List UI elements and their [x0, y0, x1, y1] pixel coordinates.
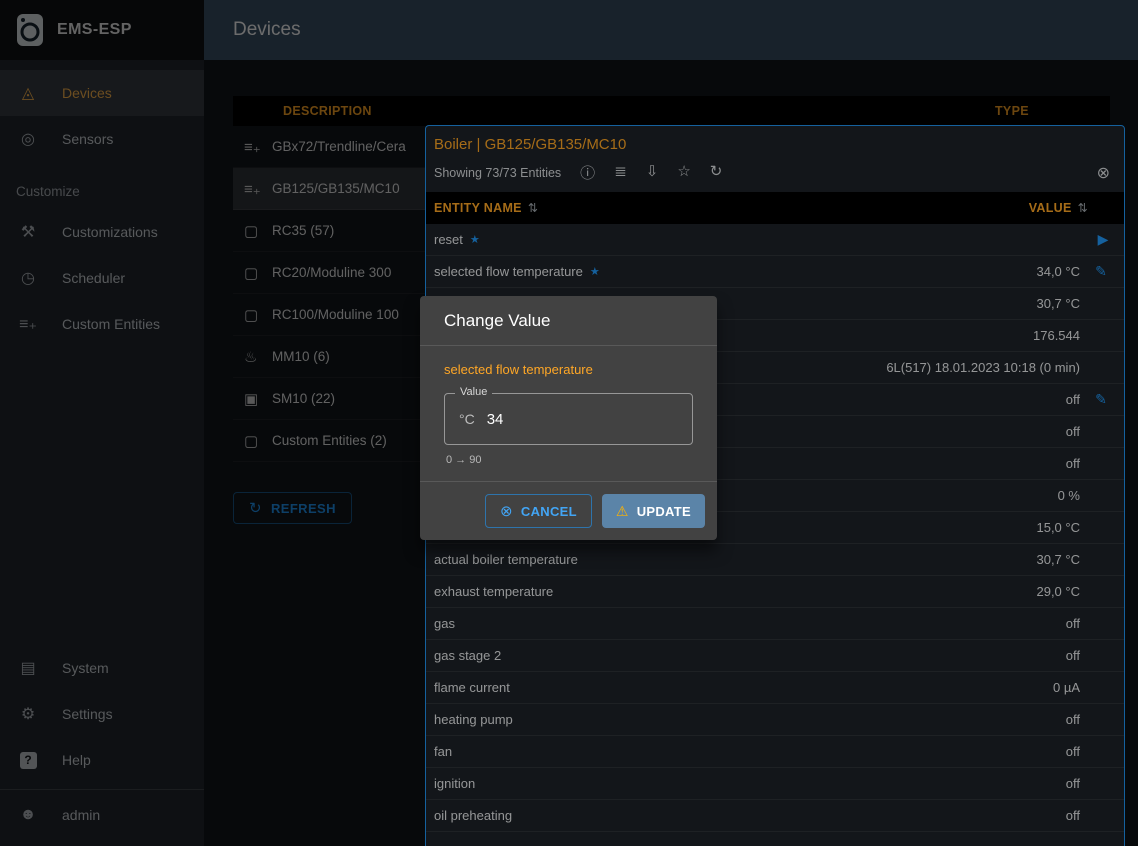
update-button-label: UPDATE	[637, 504, 691, 519]
range-hint: 0 → 90	[444, 454, 693, 466]
modal-title: Change Value	[420, 296, 717, 346]
screen: EMS-ESP Devices ◬ Devices ◎ Sensors Cust…	[0, 0, 1138, 846]
modal-body: selected flow temperature Value °C 0 → 9…	[420, 346, 717, 466]
value-field: Value °C	[444, 393, 693, 445]
modal-entity-name: selected flow temperature	[444, 362, 693, 377]
update-button[interactable]: ⚠ UPDATE	[602, 494, 705, 528]
cancel-button[interactable]: ⊗ CANCEL	[485, 494, 592, 528]
cancel-icon: ⊗	[500, 502, 513, 520]
cancel-button-label: CANCEL	[521, 504, 577, 519]
unit-adornment: °C	[459, 411, 475, 427]
change-value-modal: Change Value selected flow temperature V…	[420, 296, 717, 540]
warning-icon: ⚠	[616, 503, 629, 520]
value-input[interactable]	[487, 411, 678, 428]
value-field-label: Value	[455, 386, 492, 398]
modal-actions: ⊗ CANCEL ⚠ UPDATE	[420, 481, 717, 540]
